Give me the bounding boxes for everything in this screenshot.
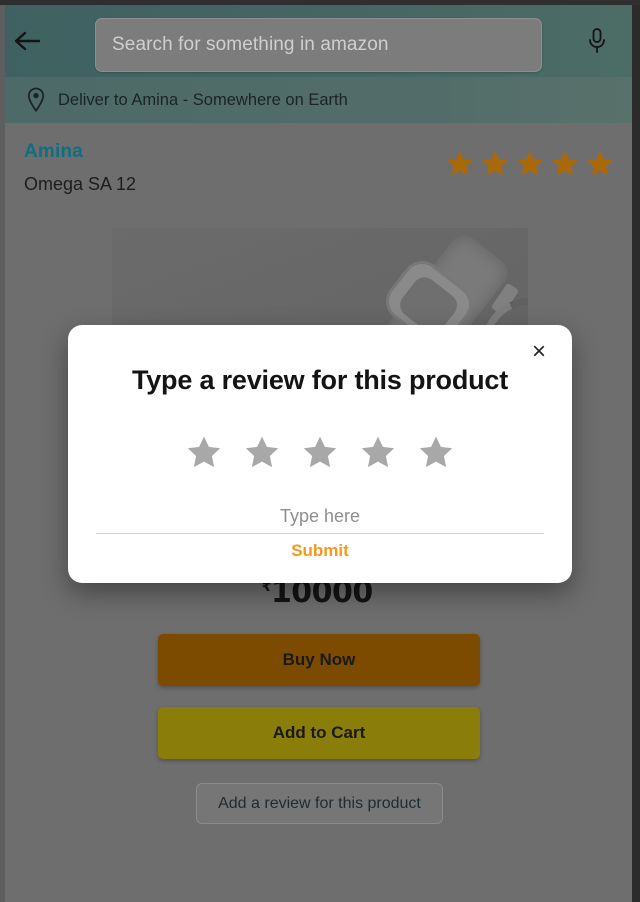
right-edge-strip xyxy=(632,0,640,902)
star-empty-icon[interactable] xyxy=(242,433,282,473)
star-empty-icon[interactable] xyxy=(184,433,224,473)
star-empty-icon[interactable] xyxy=(358,433,398,473)
star-empty-icon[interactable] xyxy=(416,433,456,473)
review-star-rating[interactable] xyxy=(68,433,572,473)
top-edge-strip xyxy=(0,0,640,5)
review-modal: × Type a review for this product Submit xyxy=(68,325,572,583)
modal-title: Type a review for this product xyxy=(131,365,509,395)
star-empty-icon[interactable] xyxy=(300,433,340,473)
left-edge-strip xyxy=(0,0,5,902)
close-icon[interactable]: × xyxy=(524,337,554,367)
submit-review-button[interactable]: Submit xyxy=(68,541,572,561)
review-text-input[interactable] xyxy=(96,500,544,534)
app-root: Search for something in amazon Deliver t… xyxy=(0,0,640,902)
